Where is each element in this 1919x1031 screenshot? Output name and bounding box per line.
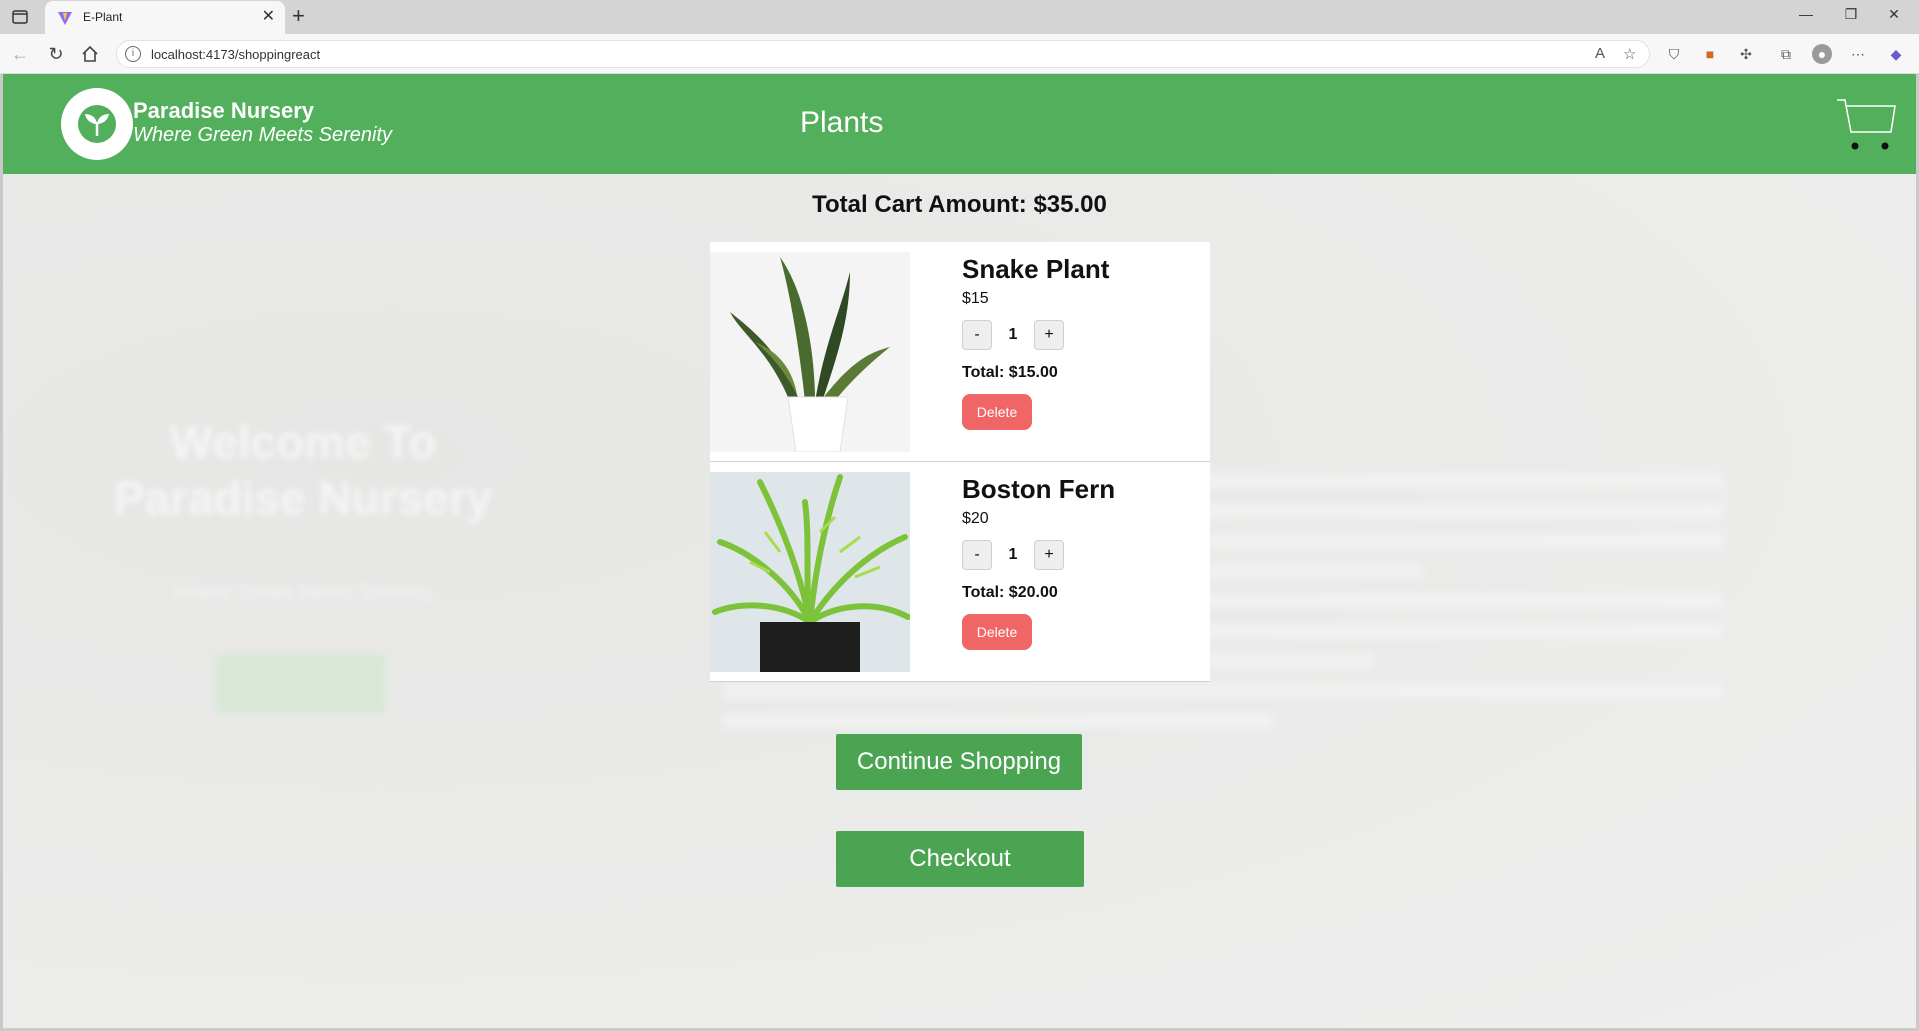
tab-actions-icon[interactable]	[10, 7, 30, 27]
boston-fern-image	[710, 472, 910, 672]
item-price: $20	[962, 510, 989, 527]
tab-close-icon[interactable]: ✕	[262, 8, 275, 26]
increase-quantity-button[interactable]: +	[1034, 540, 1064, 570]
site-info-icon[interactable]: i	[125, 46, 141, 62]
page-viewport: Welcome To Paradise Nursery Where Green …	[3, 74, 1916, 1028]
more-menu-icon[interactable]: ⋯	[1848, 44, 1868, 64]
tab-title: E-Plant	[83, 10, 123, 24]
item-name: Snake Plant	[962, 254, 1110, 284]
profile-avatar-icon[interactable]: ●	[1812, 44, 1832, 64]
brand-tagline: Where Green Meets Serenity	[133, 124, 392, 146]
logo[interactable]	[61, 88, 133, 160]
extension-shield-icon[interactable]: ⛉	[1664, 44, 1684, 64]
item-total: Total: $20.00	[962, 584, 1058, 601]
reload-icon[interactable]: ↻	[44, 42, 68, 66]
sprout-logo-icon	[78, 105, 116, 143]
checkout-button[interactable]: Checkout	[836, 831, 1084, 887]
background-get-started-button	[216, 654, 386, 714]
screenshot-icon[interactable]: ⧉	[1776, 44, 1796, 64]
snake-plant-image	[710, 252, 910, 452]
site-header: Paradise Nursery Where Green Meets Seren…	[3, 74, 1916, 174]
item-quantity: 1	[1008, 546, 1018, 563]
favorite-star-icon[interactable]: ☆	[1623, 45, 1636, 63]
address-bar-row: ← ↻ i localhost:4173/shoppingreact A ☆ ⛉…	[0, 34, 1919, 74]
new-tab-button[interactable]: +	[292, 3, 305, 29]
extension-game-icon[interactable]: ■	[1700, 44, 1720, 64]
continue-shopping-button[interactable]: Continue Shopping	[836, 734, 1082, 790]
delete-item-button[interactable]: Delete	[962, 394, 1032, 430]
back-icon[interactable]: ←	[8, 42, 32, 66]
brand-name[interactable]: Paradise Nursery	[133, 98, 314, 124]
home-icon[interactable]	[80, 44, 100, 64]
nav-link-plants[interactable]: Plants	[800, 106, 883, 140]
item-name: Boston Fern	[962, 474, 1116, 504]
decrease-quantity-button[interactable]: -	[962, 540, 992, 570]
restore-icon[interactable]: ❐	[1831, 6, 1871, 23]
browser-tab[interactable]: E-Plant ✕	[45, 1, 285, 34]
cart-item-list: Snake Plant $15 - 1 + Total: $15.00 Dele…	[710, 242, 1210, 682]
url-field[interactable]: i localhost:4173/shoppingreact A ☆	[116, 40, 1650, 68]
minimize-icon[interactable]: —	[1786, 6, 1826, 22]
decrease-quantity-button[interactable]: -	[962, 320, 992, 350]
background-hero-title: Welcome To Paradise Nursery	[113, 416, 493, 524]
vite-favicon-icon	[58, 12, 72, 25]
cart-item-boston-fern: Boston Fern $20 - 1 + Total: $20.00 Dele…	[710, 462, 1210, 682]
item-total: Total: $15.00	[962, 364, 1058, 381]
delete-item-button[interactable]: Delete	[962, 614, 1032, 650]
increase-quantity-button[interactable]: +	[1034, 320, 1064, 350]
cart-item-snake-plant: Snake Plant $15 - 1 + Total: $15.00 Dele…	[710, 242, 1210, 462]
item-quantity: 1	[1008, 326, 1018, 343]
read-aloud-icon[interactable]: A	[1595, 45, 1605, 62]
window-close-icon[interactable]: ✕	[1874, 6, 1914, 23]
cart-total-amount: Total Cart Amount: $35.00	[812, 191, 1107, 218]
extensions-puzzle-icon[interactable]: ✣	[1736, 44, 1756, 64]
browser-tab-bar: E-Plant ✕ + — ❐ ✕	[0, 0, 1919, 34]
url-text: localhost:4173/shoppingreact	[151, 47, 321, 62]
background-hero-subtitle: Where Green Meets Serenity	[173, 582, 433, 604]
copilot-icon[interactable]: ◆	[1886, 44, 1906, 64]
item-price: $15	[962, 290, 989, 307]
shopping-cart-icon[interactable]	[1835, 96, 1897, 154]
